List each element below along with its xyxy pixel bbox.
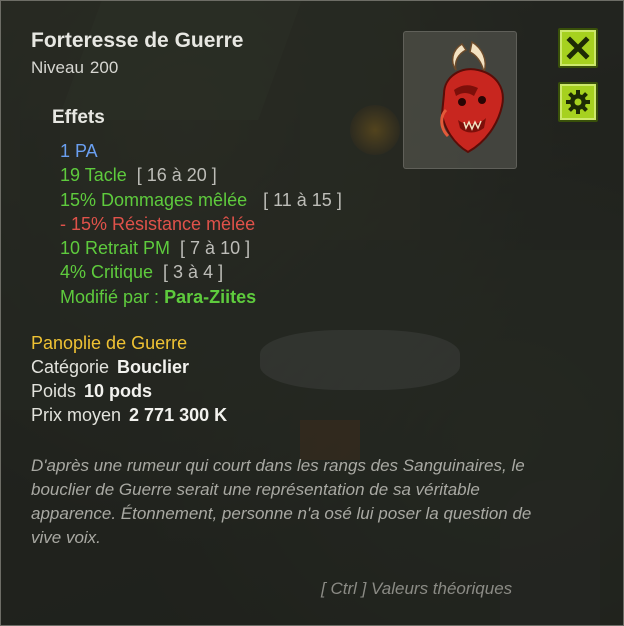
effect-mp-reduction: 10 Retrait PM [ 7 à 10 ] — [60, 236, 342, 260]
item-name: Forteresse de Guerre — [31, 29, 244, 52]
effect-tackle: 19 Tacle [ 16 à 20 ] — [60, 163, 342, 187]
weight-label: Poids — [31, 381, 77, 401]
item-level: Niveau 200 — [31, 58, 118, 78]
settings-button[interactable] — [558, 82, 598, 122]
effect-melee-resistance: - 15% Résistance mêlée — [60, 212, 342, 236]
war-shield-icon — [440, 40, 504, 154]
effect-text: 19 Tacle — [60, 165, 127, 186]
effect-text: - 15% Résistance mêlée — [60, 213, 256, 234]
set-link[interactable]: Panoplie de Guerre — [31, 333, 187, 354]
effect-range: [ 16 à 20 ] — [136, 165, 217, 186]
price-value: 2 771 300 K — [129, 405, 228, 425]
effect-text: 15% Dommages mêlée — [60, 189, 248, 210]
category-value: Bouclier — [117, 357, 190, 377]
effect-modified-by: Modifié par : Para-Ziites — [60, 285, 342, 309]
effect-range: [ 7 à 10 ] — [180, 238, 251, 259]
effect-text: 4% Critique — [60, 262, 154, 283]
gear-icon — [566, 90, 590, 114]
modified-by-name: Para-Ziites — [164, 286, 257, 307]
effect-text: 1 PA — [60, 141, 98, 161]
weight-value: 10 pods — [84, 381, 153, 401]
effect-ap: 1 PA — [60, 139, 342, 163]
effect-range: [ 11 à 15 ] — [263, 189, 342, 210]
item-weight: Poids 10 pods — [31, 381, 152, 402]
effects-heading: Effets — [52, 107, 105, 128]
effect-text: 10 Retrait PM — [60, 238, 171, 259]
effects-list: 1 PA 19 Tacle [ 16 à 20 ] 15% Dommages mê… — [60, 139, 342, 309]
effect-critical: 4% Critique [ 3 à 4 ] — [60, 260, 342, 284]
effect-range: [ 3 à 4 ] — [163, 262, 224, 283]
close-icon — [566, 36, 590, 60]
modified-by-label: Modifié par : — [60, 286, 160, 307]
category-label: Catégorie — [31, 357, 110, 377]
item-description: D'après une rumeur qui court dans les ra… — [31, 456, 532, 547]
item-price: Prix moyen 2 771 300 K — [31, 405, 227, 426]
level-value: 200 — [89, 58, 119, 77]
close-button[interactable] — [558, 28, 598, 68]
item-category: Catégorie Bouclier — [31, 357, 189, 378]
level-label: Niveau — [31, 58, 84, 77]
item-image-frame — [403, 31, 517, 169]
price-label: Prix moyen — [31, 405, 122, 425]
theoretical-values-hint: [ Ctrl ] Valeurs théoriques — [321, 579, 513, 598]
effect-melee-damage: 15% Dommages mêlée [ 11 à 15 ] — [60, 188, 342, 212]
item-tooltip: Forteresse de Guerre Niveau 200 Effets 1… — [0, 0, 624, 626]
